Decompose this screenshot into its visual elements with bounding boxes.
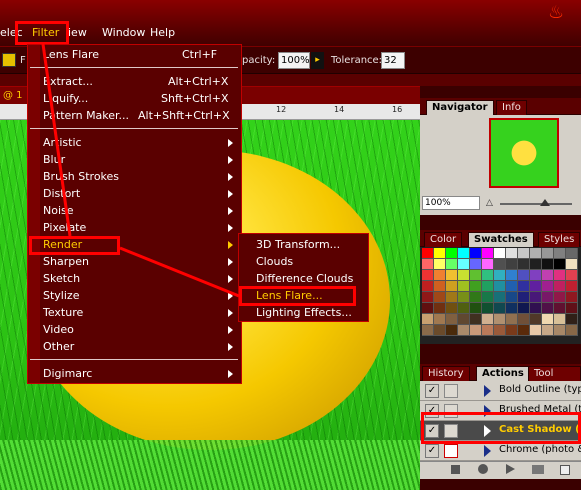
arrow-line-render-to-lensflare	[119, 246, 240, 298]
annotation-lines	[41, 43, 240, 298]
arrow-line-filter-to-render	[41, 43, 72, 237]
